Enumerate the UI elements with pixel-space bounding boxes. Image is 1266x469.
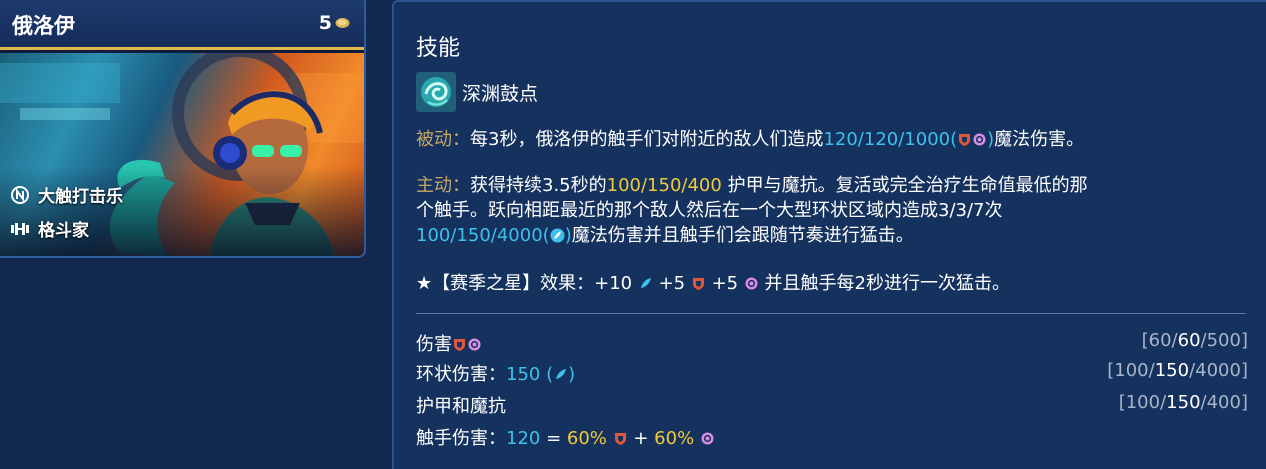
trait-beat-drop[interactable]: 大触打击乐	[10, 182, 123, 207]
stat-value-2: 150	[1154, 360, 1190, 381]
stat-armor-pct: 60%	[566, 428, 607, 449]
trait-bruiser[interactable]: 格斗家	[10, 216, 89, 241]
stat-name: 护甲和魔抗	[416, 396, 506, 417]
beat-drop-trait-icon	[11, 185, 29, 204]
champion-card[interactable]: 俄洛伊 5 大触打击乐 格斗家	[0, 0, 366, 258]
star-mr-bonus: +5	[705, 273, 744, 294]
panel-title: 技能	[416, 36, 461, 61]
stat-plus: +	[627, 428, 655, 449]
card-header: 俄洛伊 5	[0, 0, 364, 50]
stat-name: 触手伤害：120 = 60% + 60%	[416, 424, 715, 450]
ability-power-icon	[640, 278, 651, 288]
stat-row-ring-damage: 环状伤害：150 () [100/150/4000]	[416, 360, 1248, 386]
abyssal-drumbeat-ability-icon	[416, 72, 456, 112]
ability-name: 深渊鼓点	[462, 82, 539, 105]
active-line-2: 个触手。跃向相距最近的那个敌人然后在一个大型环状区域内造成3/3/7次	[416, 200, 1003, 221]
passive-text: 每3秒，俄洛伊的触手们对附近的敌人们造成	[470, 129, 824, 150]
active-description: 主动：获得持续3.5秒的100/150/400 护甲与魔抗。复活或完全治疗生命值…	[416, 173, 1088, 248]
champion-name: 俄洛伊	[12, 14, 75, 38]
stat-value-3: 500	[1206, 330, 1241, 351]
magic-resist-icon	[973, 133, 986, 146]
passive-description: 被动：每3秒，俄洛伊的触手们对附近的敌人们造成120/120/1000()魔法伤…	[416, 127, 1084, 152]
ability-power-icon	[556, 369, 567, 379]
star-suffix: 并且触手每2秒进行一次猛击。	[758, 273, 1011, 294]
gold-coin-icon	[335, 18, 350, 28]
active-text: 护甲与魔抗。复活或完全治疗生命值最低的那	[721, 175, 1088, 196]
active-resist-value: 100/150/400	[606, 175, 722, 196]
divider	[416, 313, 1246, 314]
stat-equals: =	[540, 428, 567, 449]
active-label: 主动：	[416, 175, 470, 196]
stat-value-2: 60	[1177, 330, 1201, 351]
active-line-3: 100/150/4000()魔法伤害并且触手们会跟随节奏进行猛击。	[416, 223, 1088, 248]
active-line-1: 主动：获得持续3.5秒的100/150/400 护甲与魔抗。复活或完全治疗生命值…	[416, 173, 1088, 198]
ability-header: 深渊鼓点	[416, 72, 538, 112]
star-prefix: ★【赛季之星】效果：+10	[416, 273, 638, 294]
magic-resist-icon	[701, 432, 714, 445]
stat-row-damage: 伤害 [60/60/500]	[416, 330, 1248, 356]
stat-value-1: 100	[1125, 392, 1161, 413]
passive-text-end: 魔法伤害。	[994, 129, 1085, 150]
cost-value: 5	[318, 12, 332, 34]
star-armor-bonus: +5	[652, 273, 691, 294]
stat-name: 环状伤害：150 ()	[416, 360, 575, 386]
stat-row-armor-mr: 护甲和魔抗 [100/150/400]	[416, 392, 1248, 418]
active-damage-close: )	[564, 225, 572, 246]
passive-label: 被动：	[416, 129, 470, 150]
armor-icon	[614, 433, 626, 445]
stat-values: [100/150/4000]	[1107, 360, 1248, 381]
stat-label: 伤害	[416, 334, 452, 355]
stat-inline-close: )	[568, 364, 576, 385]
armor-icon	[454, 339, 465, 351]
stat-value-2: 150	[1166, 392, 1201, 413]
passive-damage-value: 120/120/1000(	[823, 129, 958, 150]
stat-values: [60/60/500]	[1141, 330, 1248, 351]
stat-values: [100/150/400]	[1118, 392, 1248, 413]
bruiser-trait-icon	[11, 222, 29, 235]
stat-row-tentacle-damage: 触手伤害：120 = 60% + 60%	[416, 424, 1248, 450]
stat-name: 伤害	[416, 330, 482, 356]
armor-icon	[959, 134, 971, 146]
magic-resist-icon	[745, 277, 758, 290]
stat-label: 触手伤害：	[416, 428, 506, 449]
stat-value-1: 100	[1114, 360, 1149, 381]
armor-icon	[692, 278, 704, 290]
stat-value-3: 400	[1206, 392, 1241, 413]
stat-label: 环状伤害：	[416, 364, 506, 385]
ability-detail-panel: 技能 深渊鼓点 被动：每3秒，俄洛伊的触手们对附近的敌人们造成120/120/1…	[392, 0, 1266, 469]
ability-power-icon	[550, 228, 565, 243]
stat-mr-pct: 60%	[654, 428, 695, 449]
cost-display: 5	[319, 12, 350, 34]
season-star-effect: ★【赛季之星】效果：+10 +5 +5 并且触手每2秒进行一次猛击。	[416, 271, 1010, 296]
magic-resist-icon	[468, 338, 481, 351]
stat-inline-value: 120	[506, 428, 541, 449]
stat-value-3: 4000	[1195, 360, 1241, 381]
active-damage-value: 100/150/4000(	[416, 225, 550, 246]
stat-inline-value: 150 (	[506, 364, 554, 385]
art-shade	[0, 166, 364, 256]
active-text: 获得持续3.5秒的	[470, 175, 607, 196]
active-text: 魔法伤害并且触手们会跟随节奏进行猛击。	[571, 225, 914, 246]
trait-label: 大触打击乐	[38, 187, 123, 207]
stat-value-1: 60	[1148, 330, 1172, 351]
trait-label: 格斗家	[38, 221, 89, 241]
